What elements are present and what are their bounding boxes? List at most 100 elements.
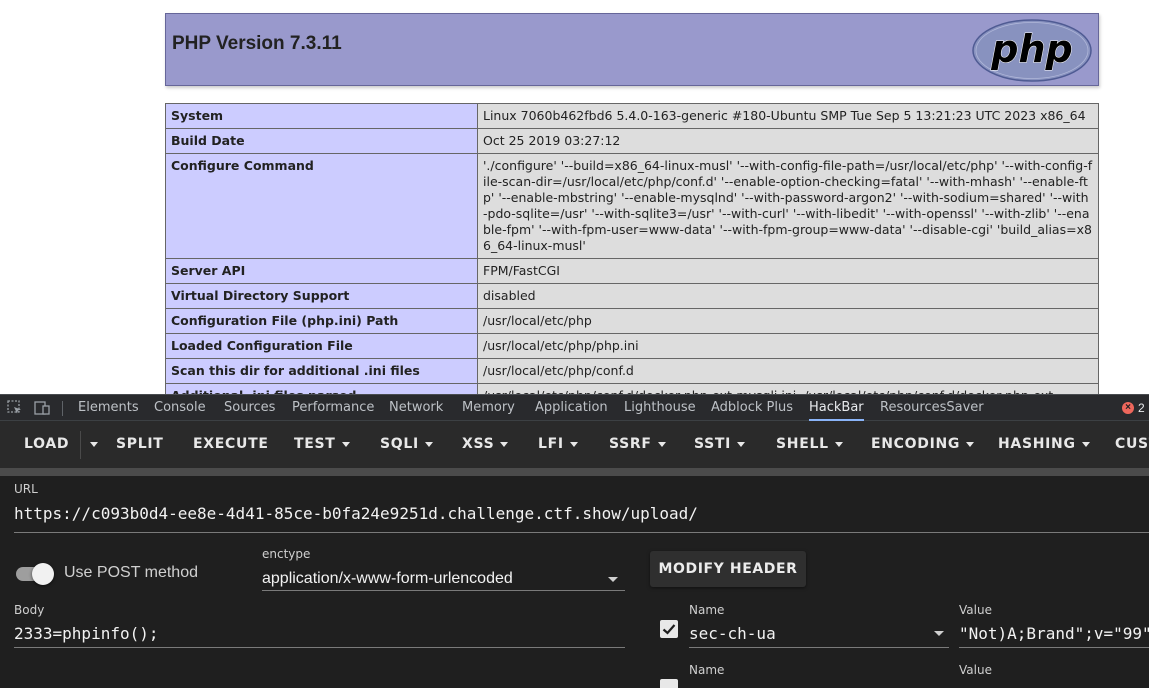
header-enabled-checkbox[interactable] xyxy=(660,620,678,638)
tab-console[interactable]: Console xyxy=(154,395,206,421)
post-method-toggle-knob[interactable] xyxy=(32,563,54,585)
php-info-value: FPM/FastCGI xyxy=(477,258,1099,284)
php-info-key: Configure Command xyxy=(165,153,478,259)
header-name-input[interactable]: sec-ch-ua xyxy=(689,624,929,643)
tab-sources[interactable]: Sources xyxy=(224,395,275,421)
shell-button[interactable]: SHELL xyxy=(776,421,843,468)
php-info-value: /usr/local/etc/php xyxy=(477,308,1099,334)
chevron-down-icon xyxy=(569,441,578,447)
header-name-label: Name xyxy=(689,663,725,677)
tab-adblock-plus[interactable]: Adblock Plus xyxy=(711,395,793,421)
lfi-button-label: LFI xyxy=(538,436,564,452)
php-info-key: System xyxy=(165,103,478,129)
php-version-title: PHP Version 7.3.11 xyxy=(172,33,342,54)
cust-button-label: CUST xyxy=(1115,436,1149,452)
tab-elements[interactable]: Elements xyxy=(78,395,139,421)
cust-button[interactable]: CUST xyxy=(1115,421,1149,468)
post-method-label: Use POST method xyxy=(64,564,198,581)
php-info-value: /usr/local/etc/php/conf.d xyxy=(477,358,1099,384)
tab-resourcessaver[interactable]: ResourcesSaver xyxy=(880,395,984,421)
hackbar-toolbar: LOAD SPLIT EXECUTE TEST SQLI XSS LFI SSRF SSTI SH… xyxy=(0,421,1149,468)
php-logo: php xyxy=(972,19,1092,82)
tab-separator xyxy=(62,401,63,416)
tab-network[interactable]: Network xyxy=(389,395,443,421)
xss-button[interactable]: XSS xyxy=(462,421,509,468)
tab-memory[interactable]: Memory xyxy=(462,395,515,421)
php-info-value: Linux 7060b462fbd6 5.4.0-163-generic #18… xyxy=(477,103,1099,129)
php-info-key: Server API xyxy=(165,258,478,284)
toolbar-scrollbar[interactable] xyxy=(0,468,1149,476)
chevron-down-icon[interactable] xyxy=(608,577,618,582)
php-info-row: Configuration File (php.ini) Path/usr/lo… xyxy=(165,308,1099,334)
enctype-select[interactable]: application/x-www-form-urlencoded xyxy=(262,570,513,588)
header-enabled-checkbox[interactable] xyxy=(660,679,678,688)
sqli-button[interactable]: SQLI xyxy=(380,421,433,468)
php-info-value: './configure' '--build=x86_64-linux-musl… xyxy=(477,153,1099,259)
php-info-row: Loaded Configuration File/usr/local/etc/… xyxy=(165,333,1099,359)
chevron-down-icon xyxy=(424,441,433,447)
header-value-input[interactable]: "Not)A;Brand";v="99" xyxy=(959,624,1149,643)
inspect-element-icon[interactable] xyxy=(6,399,24,417)
php-info-value: Oct 25 2019 03:27:12 xyxy=(477,128,1099,154)
split-button[interactable]: SPLIT xyxy=(116,421,164,468)
execute-button[interactable]: EXECUTE xyxy=(193,421,269,468)
url-input-underline xyxy=(14,532,1149,533)
php-info-row: System Linux 7060b462fbd6 5.4.0-163-gener… xyxy=(165,103,1099,129)
body-input-underline xyxy=(14,647,625,648)
body-label: Body xyxy=(14,603,45,617)
error-icon[interactable]: × xyxy=(1122,402,1134,414)
php-version-header: PHP Version 7.3.11 php xyxy=(165,13,1099,86)
enctype-label: enctype xyxy=(262,547,311,561)
modify-header-button[interactable]: MODIFY HEADER xyxy=(650,551,806,587)
sqli-button-label: SQLI xyxy=(380,436,419,452)
chevron-down-icon xyxy=(834,441,843,447)
chevron-down-icon xyxy=(341,441,350,447)
php-info-key: Loaded Configuration File xyxy=(165,333,478,359)
php-info-row: Server API FPM/FastCGI xyxy=(165,258,1099,284)
shell-button-label: SHELL xyxy=(776,436,829,452)
load-button[interactable]: LOAD xyxy=(24,421,69,468)
ssti-button-label: SSTI xyxy=(694,436,732,452)
hackbar-form: URL https://c093b0d4-ee8e-4d41-85ce-b0fa… xyxy=(0,476,1149,688)
phpinfo-page: PHP Version 7.3.11 php System Linux 7060b… xyxy=(0,0,1149,394)
encoding-button[interactable]: ENCODING xyxy=(871,421,975,468)
devtools-tab-strip: Elements Console Sources Performance Network… xyxy=(0,394,1149,421)
load-divider xyxy=(80,431,81,459)
load-button-label: LOAD xyxy=(24,436,70,452)
lfi-button[interactable]: LFI xyxy=(538,421,578,468)
chevron-down-icon xyxy=(500,441,509,447)
ssti-button[interactable]: SSTI xyxy=(694,421,746,468)
chevron-down-icon xyxy=(657,441,666,447)
chevron-down-icon xyxy=(1081,441,1090,447)
hashing-button-label: HASHING xyxy=(998,436,1076,452)
hashing-button[interactable]: HASHING xyxy=(998,421,1090,468)
url-input[interactable]: https://c093b0d4-ee8e-4d41-85ce-b0fa24e9… xyxy=(14,504,1149,523)
execute-button-label: EXECUTE xyxy=(193,436,269,452)
chevron-down-icon[interactable] xyxy=(934,631,944,636)
device-toolbar-icon[interactable] xyxy=(33,399,51,417)
tab-lighthouse[interactable]: Lighthouse xyxy=(624,395,696,421)
ssrf-button-label: SSRF xyxy=(609,436,652,452)
php-logo-text: php xyxy=(990,27,1072,71)
enctype-underline xyxy=(262,590,625,591)
header-value-label: Value xyxy=(959,603,992,617)
php-info-value: /usr/local/etc/php/php.ini xyxy=(477,333,1099,359)
error-count[interactable]: 2 xyxy=(1138,395,1145,421)
test-button[interactable]: TEST xyxy=(294,421,350,468)
load-dropdown-button[interactable] xyxy=(90,421,98,468)
php-info-row: Additional .ini files parsed/usr/local/e… xyxy=(165,383,1099,394)
php-info-row: Scan this dir for additional .ini files /… xyxy=(165,358,1099,384)
php-info-key: Scan this dir for additional .ini files xyxy=(165,358,478,384)
header-value-underline xyxy=(959,647,1149,648)
php-info-key: Additional .ini files parsed xyxy=(165,383,478,394)
checkmark-icon xyxy=(662,624,676,635)
php-info-row: Configure Command './configure' '--build=… xyxy=(165,153,1099,259)
devtools-panel: Elements Console Sources Performance Network… xyxy=(0,394,1149,688)
ssrf-button[interactable]: SSRF xyxy=(609,421,666,468)
tab-application[interactable]: Application xyxy=(535,395,608,421)
header-name-underline xyxy=(689,647,949,648)
tab-performance[interactable]: Performance xyxy=(292,395,374,421)
tab-hackbar[interactable]: HackBar xyxy=(809,395,864,421)
url-label: URL xyxy=(14,482,38,496)
body-input[interactable]: 2333=phpinfo(); xyxy=(14,624,625,643)
